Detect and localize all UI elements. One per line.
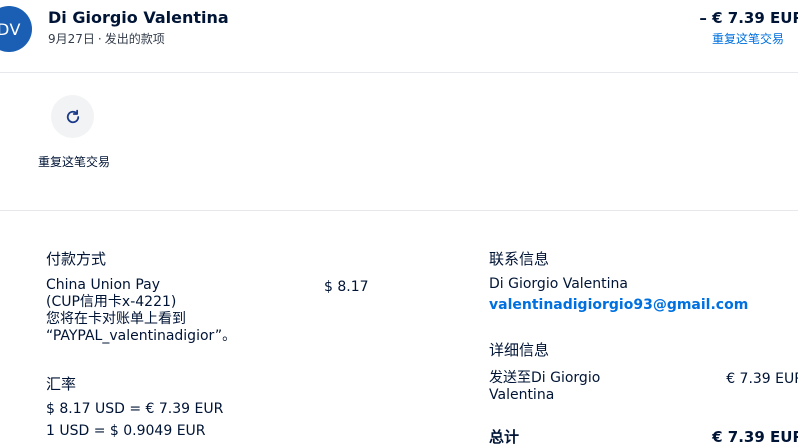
repeat-transaction-link[interactable]: 重复这笔交易 <box>712 30 784 47</box>
payment-method-info: China Union Pay (CUP信用卡x-4221) 您将在卡对账单上看… <box>46 277 316 345</box>
statement-note-line2: “PAYPAL_valentinadigior”。 <box>46 328 237 344</box>
refresh-icon <box>66 109 79 123</box>
sent-amount: € 7.39 EUR <box>726 371 798 387</box>
payment-method-amount: $ 8.17 <box>324 279 369 295</box>
transaction-subtitle: 9月27日 · 发出的款项 <box>48 30 165 47</box>
exchange-rate-line2: 1 USD = $ 0.9049 EUR <box>46 423 206 439</box>
contact-email-link[interactable]: valentinadigiorgio93@gmail.com <box>489 297 748 313</box>
exchange-rate-title: 汇率 <box>46 375 77 393</box>
transaction-amount: – € 7.39 EUR <box>699 9 798 27</box>
avatar: DV <box>0 6 32 52</box>
divider <box>0 72 798 73</box>
payment-method-card: (CUP信用卡x-4221) <box>46 294 177 310</box>
divider <box>0 210 798 211</box>
sent-to-line2: Valentina <box>489 387 555 403</box>
transaction-date: 9月27日 <box>48 32 95 46</box>
total-label: 总计 <box>489 428 520 446</box>
transaction-type: 发出的款项 <box>104 32 165 46</box>
subtitle-separator: · <box>97 32 102 46</box>
exchange-rate-line1: $ 8.17 USD = € 7.39 EUR <box>46 401 224 417</box>
transaction-details-page: DV Di Giorgio Valentina 9月27日 · 发出的款项 – € … <box>0 0 798 446</box>
sent-to-line1: 发送至Di Giorgio <box>489 370 601 386</box>
payee-name: Di Giorgio Valentina <box>48 8 229 27</box>
payment-method-title: 付款方式 <box>46 250 107 268</box>
details-title: 详细信息 <box>489 341 550 359</box>
total-amount: € 7.39 EUR <box>712 428 798 446</box>
payment-method-name: China Union Pay <box>46 277 161 293</box>
repeat-transaction-label[interactable]: 重复这笔交易 <box>38 153 110 171</box>
repeat-transaction-button[interactable] <box>51 95 94 138</box>
contact-name: Di Giorgio Valentina <box>489 276 629 292</box>
sent-to-label: 发送至Di Giorgio Valentina <box>489 370 600 404</box>
avatar-initials: DV <box>0 19 21 39</box>
contact-info-title: 联系信息 <box>489 250 550 268</box>
statement-note-line1: 您将在卡对账单上看到 <box>46 311 186 327</box>
